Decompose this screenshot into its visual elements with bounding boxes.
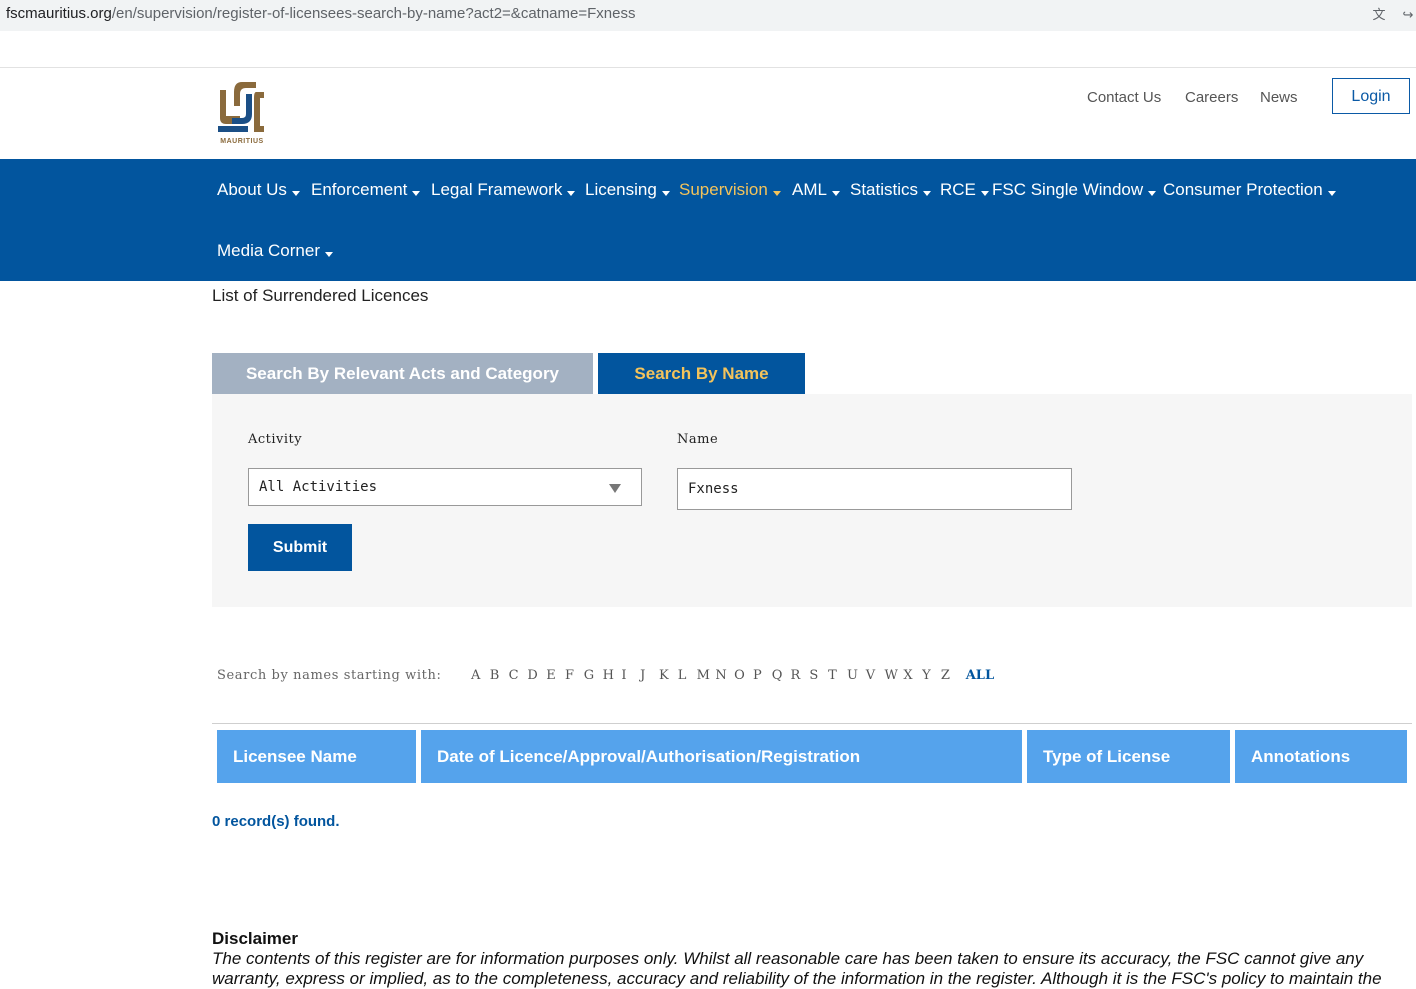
nav-statistics[interactable]: Statistics (850, 180, 932, 200)
tab-search-by-name[interactable]: Search By Name (598, 353, 805, 394)
letter-link[interactable]: Y (922, 668, 941, 683)
nav-consumer-protection[interactable]: Consumer Protection (1163, 180, 1336, 200)
chevron-down-icon (567, 191, 576, 196)
chevron-down-icon (1327, 191, 1336, 196)
letter-link[interactable]: M (697, 668, 716, 683)
nav-licensing[interactable]: Licensing (585, 180, 670, 200)
letter-link[interactable]: E (546, 668, 565, 683)
browser-address-bar[interactable]: fscmauritius.org/en/supervision/register… (0, 0, 1416, 31)
nav-legal-framework[interactable]: Legal Framework (431, 180, 576, 200)
header-divider (0, 67, 1416, 68)
records-found-text: 0 record(s) found. (212, 813, 340, 830)
news-link[interactable]: News (1260, 89, 1298, 106)
chevron-down-icon (772, 191, 781, 196)
letter-link[interactable]: F (565, 668, 584, 683)
login-button[interactable]: Login (1332, 78, 1410, 114)
nav-enforcement[interactable]: Enforcement (311, 180, 421, 200)
col-header-licensee-name: Licensee Name (217, 730, 416, 783)
letter-link[interactable]: R (791, 668, 810, 683)
letter-link[interactable]: W (885, 668, 904, 683)
chevron-down-icon (1148, 191, 1157, 196)
nav-supervision[interactable]: Supervision (679, 180, 781, 200)
letter-link[interactable]: Q (772, 668, 791, 683)
letter-link[interactable]: D (527, 668, 546, 683)
url-text[interactable]: fscmauritius.org/en/supervision/register… (6, 5, 635, 22)
chevron-down-icon (325, 252, 333, 257)
letter-link[interactable]: C (509, 668, 528, 683)
contact-us-link[interactable]: Contact Us (1087, 89, 1161, 106)
chevron-down-icon (831, 191, 840, 196)
letter-link[interactable]: S (809, 668, 828, 683)
chevron-down-icon (291, 191, 300, 196)
col-header-date-of-licence: Date of Licence/Approval/Authorisation/R… (421, 730, 1022, 783)
letter-link[interactable]: P (753, 668, 772, 683)
letter-link[interactable]: Z (941, 668, 960, 683)
letter-link[interactable]: A (471, 668, 490, 683)
chevron-down-icon (980, 191, 989, 196)
col-header-type-of-license: Type of License (1027, 730, 1230, 783)
activity-selected-value: All Activities (259, 479, 378, 495)
col-header-annotations: Annotations (1235, 730, 1407, 783)
activity-label: Activity (248, 432, 303, 447)
letter-link[interactable]: V (866, 668, 885, 683)
fsc-logo[interactable]: MAURITIUS (216, 80, 268, 150)
nav-media-corner[interactable]: Media Corner (217, 241, 333, 261)
activity-select[interactable]: All Activities (248, 468, 642, 506)
disclaimer-text: The contents of this register are for in… (212, 949, 1382, 988)
nav-aml[interactable]: AML (792, 180, 840, 200)
logo-caption: MAURITIUS (220, 138, 264, 145)
name-label: Name (677, 432, 719, 447)
letter-link[interactable]: G (584, 668, 603, 683)
nav-rce[interactable]: RCE (940, 180, 989, 200)
chevron-down-icon (661, 191, 670, 196)
letter-link[interactable]: K (659, 668, 678, 683)
name-input[interactable] (677, 468, 1072, 510)
chevron-down-icon (923, 191, 932, 196)
page-title: List of Surrendered Licences (212, 286, 429, 305)
letter-link[interactable]: O (734, 668, 753, 683)
letter-all-link[interactable]: ALL (966, 668, 994, 683)
share-icon[interactable]: ↪ (1400, 7, 1416, 23)
nav-fsc-single-window[interactable]: FSC Single Window (992, 180, 1157, 200)
letter-link[interactable]: H (603, 668, 622, 683)
letter-link[interactable]: U (847, 668, 866, 683)
alphabet-filter: A B C D E F G H I J K L M N O P Q R S T … (471, 668, 994, 683)
submit-button[interactable]: Submit (248, 524, 352, 571)
letter-link[interactable]: N (715, 668, 734, 683)
main-navbar: About Us Enforcement Legal Framework Lic… (0, 159, 1416, 281)
letter-link[interactable]: B (490, 668, 509, 683)
disclaimer-title: Disclaimer (212, 929, 298, 948)
translate-icon[interactable]: 文 (1371, 7, 1387, 23)
letter-link[interactable]: J (640, 668, 659, 683)
table-divider (212, 723, 1412, 724)
nav-about-us[interactable]: About Us (217, 180, 300, 200)
careers-link[interactable]: Careers (1185, 89, 1238, 106)
chevron-down-icon (412, 191, 421, 196)
letter-link[interactable]: I (621, 668, 640, 683)
letter-link[interactable]: L (678, 668, 697, 683)
tab-search-by-acts[interactable]: Search By Relevant Acts and Category (212, 353, 593, 394)
dropdown-arrow-icon (609, 484, 621, 493)
alphabet-filter-label: Search by names starting with: (217, 668, 442, 683)
letter-link[interactable]: T (828, 668, 847, 683)
letter-link[interactable]: X (903, 668, 922, 683)
